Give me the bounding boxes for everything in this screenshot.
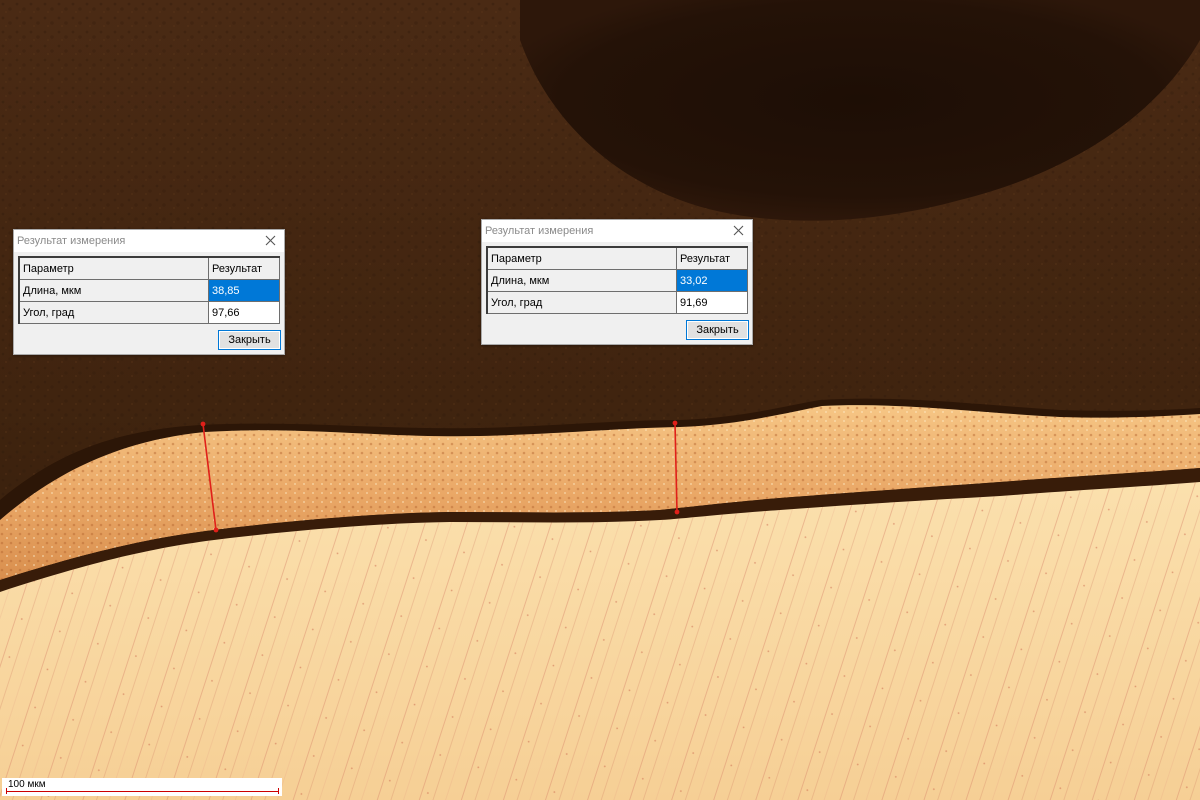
- row-value[interactable]: 97,66: [208, 301, 280, 324]
- table-row[interactable]: Угол, град 97,66: [18, 301, 280, 324]
- header-result[interactable]: Результат: [676, 246, 748, 270]
- row-param[interactable]: Угол, град: [18, 301, 209, 324]
- scale-bar-label: 100 мкм: [8, 779, 46, 790]
- header-param[interactable]: Параметр: [18, 256, 209, 280]
- close-icon[interactable]: [260, 231, 282, 251]
- scale-bar: 100 мкм: [2, 778, 282, 796]
- table-header-row: Параметр Результат: [486, 246, 748, 270]
- measurement-result-dialog: Результат измерения Параметр Результат Д…: [481, 219, 753, 345]
- row-value[interactable]: 33,02: [676, 269, 748, 292]
- header-result[interactable]: Результат: [208, 256, 280, 280]
- row-value[interactable]: 91,69: [676, 291, 748, 314]
- close-button[interactable]: Закрыть: [218, 330, 281, 350]
- micrograph-image: [0, 0, 1200, 800]
- dialog-titlebar[interactable]: Результат измерения: [482, 220, 752, 242]
- table-row[interactable]: Длина, мкм 38,85: [18, 279, 280, 302]
- scale-bar-tick: [278, 788, 279, 794]
- row-param[interactable]: Угол, град: [486, 291, 677, 314]
- table-header-row: Параметр Результат: [18, 256, 280, 280]
- header-param[interactable]: Параметр: [486, 246, 677, 270]
- dialog-titlebar[interactable]: Результат измерения: [14, 230, 284, 252]
- scale-bar-tick: [6, 788, 7, 794]
- close-icon[interactable]: [728, 221, 750, 241]
- table-row[interactable]: Угол, град 91,69: [486, 291, 748, 314]
- results-table: Параметр Результат Длина, мкм 33,02 Угол…: [486, 246, 748, 314]
- dialog-title: Результат измерения: [485, 225, 594, 237]
- scale-bar-line: [6, 791, 278, 792]
- row-value[interactable]: 38,85: [208, 279, 280, 302]
- table-row[interactable]: Длина, мкм 33,02: [486, 269, 748, 292]
- measurement-result-dialog: Результат измерения Параметр Результат Д…: [13, 229, 285, 355]
- row-param[interactable]: Длина, мкм: [18, 279, 209, 302]
- dialog-title: Результат измерения: [17, 235, 126, 247]
- row-param[interactable]: Длина, мкм: [486, 269, 677, 292]
- close-button[interactable]: Закрыть: [686, 320, 749, 340]
- results-table: Параметр Результат Длина, мкм 38,85 Угол…: [18, 256, 280, 324]
